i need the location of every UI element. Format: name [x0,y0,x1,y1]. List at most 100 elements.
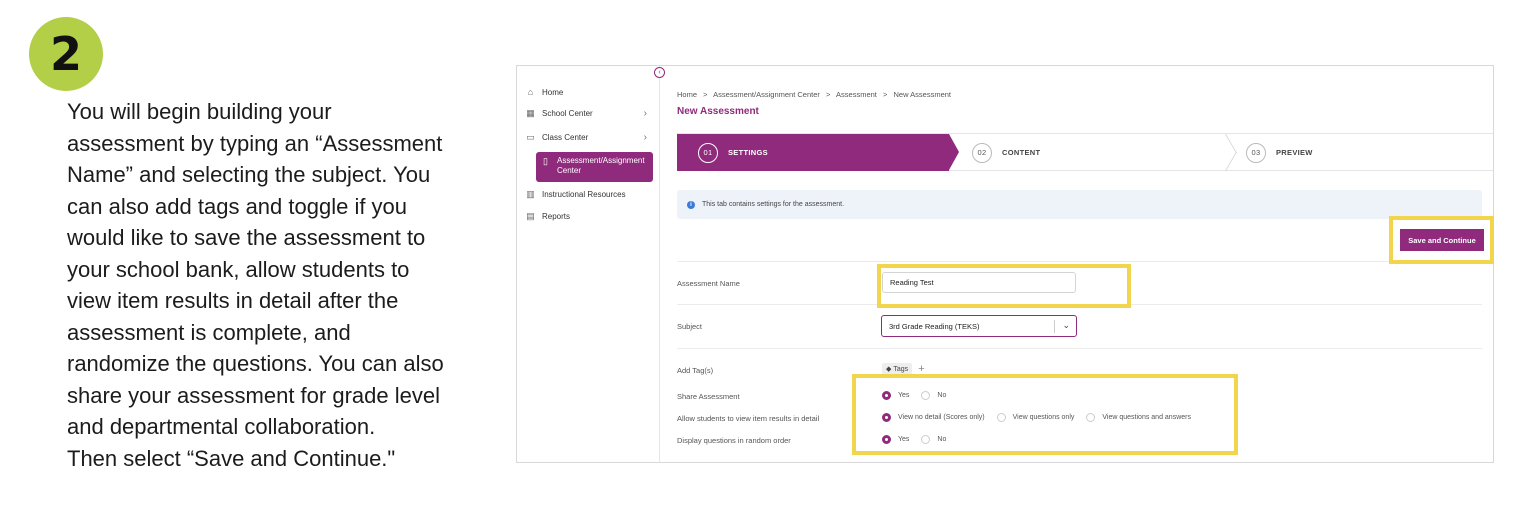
instruction-line: view item results in detail after the [67,288,399,313]
breadcrumb-link-home[interactable]: Home [677,90,697,99]
class-icon: ▭ [526,131,535,142]
share-yes-option[interactable]: Yes [882,391,909,400]
radio-selected[interactable] [882,435,891,444]
step-number: 02 [972,142,992,163]
sidebar-item-school-center[interactable]: ▦ School Center › [525,103,653,123]
home-icon: ⌂ [527,87,534,97]
sidebar-item-label: Home [542,87,564,97]
select-divider [1054,320,1055,333]
radio-selected[interactable] [882,413,891,422]
divider [677,304,1482,305]
sidebar-item-assessment-center[interactable]: ▯ Assessment/Assignment Center [536,152,653,182]
share-no-option[interactable]: No [921,391,946,400]
step-label: CONTENT [1002,148,1041,157]
random-yes-option[interactable]: Yes [882,435,909,444]
step-label: PREVIEW [1276,148,1313,157]
radio-unselected[interactable] [921,391,931,400]
instruction-line: can also add tags and toggle if you [67,193,408,219]
assessment-name-label: Assessment Name [677,279,740,288]
view-questions-and-answers-option[interactable]: View questions and answers [1086,413,1191,422]
save-and-continue-button[interactable]: Save and Continue [1400,229,1484,251]
subject-select[interactable]: 3rd Grade Reading (TEKS) ⌄ [881,315,1077,337]
instructions-text: You will begin building your assessment … [67,96,507,474]
info-text: This tab contains settings for the asses… [702,201,845,208]
breadcrumb-separator: > [825,90,831,99]
step-number: 03 [1246,142,1266,163]
view-no-detail-option[interactable]: View no detail (Scores only) [882,413,985,422]
divider [677,261,1482,262]
sidebar-item-home[interactable]: ⌂ Home [525,82,653,102]
tab-content[interactable]: 02 CONTENT [972,134,1040,171]
random-no-option[interactable]: No [921,435,946,444]
view-questions-only-option[interactable]: View questions only [996,413,1075,422]
radio-label: Yes [898,392,910,399]
divider [677,348,1482,349]
wizard-stepper: 01 SETTINGS 02 CONTENT 03 PREVIEW [677,133,1493,171]
sidebar-item-label: Reports [542,211,571,221]
instruction-line: share your assessment for grade level [67,382,440,408]
school-icon: ▦ [526,107,535,118]
step-label: SETTINGS [728,148,768,157]
breadcrumb-link-assessment-center[interactable]: Assessment/Assignment Center [713,90,820,99]
view-results-label: Allow students to view item results in d… [677,414,820,423]
open-book-icon: ▥ [526,188,535,199]
random-order-label: Display questions in random order [677,436,791,445]
subject-label: Subject [677,322,703,331]
assessment-name-input[interactable]: Reading Test [882,272,1076,293]
sidebar-item-label: Class Center [542,132,589,142]
tab-settings[interactable]: 01 SETTINGS [677,134,949,171]
radio-label: View questions only [1012,414,1075,421]
app-screenshot: ‹ ⌂ Home ▦ School Center › ▭ Class Cente… [516,65,1494,463]
breadcrumb-separator: > [883,90,888,99]
instruction-line: You will begin building your [67,99,332,124]
step-number-badge: 2 [29,17,103,91]
instruction-line: randomize the questions. You can also [67,351,444,376]
breadcrumb-current: New Assessment [893,90,952,99]
report-icon: ▤ [526,210,535,221]
share-assessment-radio-group: Yes No [882,391,958,400]
chevron-right-icon: › [643,131,647,143]
instruction-line: would like to save the assessment to [67,225,426,250]
sidebar-item-instructional-resources[interactable]: ▥ Instructional Resources [525,184,653,204]
radio-label: View no detail (Scores only) [898,414,985,421]
step-arrow [949,134,959,170]
radio-label: No [937,392,947,399]
tab-preview[interactable]: 03 PREVIEW [1246,134,1313,171]
radio-selected[interactable] [882,391,891,400]
main-content: Home > Assessment/Assignment Center > As… [660,66,1493,462]
view-results-radio-group: View no detail (Scores only) View questi… [882,413,1203,422]
radio-label: View questions and answers [1102,414,1191,421]
instruction-line: Then select “Save and Continue." [67,445,396,471]
tag-icon: ◆ [886,366,892,373]
subject-select-value: 3rd Grade Reading (TEKS) [889,321,980,331]
radio-unselected[interactable] [996,413,1006,422]
sidebar-item-label: Assessment/Assignment Center [557,156,645,175]
sidebar: ‹ ⌂ Home ▦ School Center › ▭ Class Cente… [517,66,665,462]
sidebar-item-label: School Center [542,108,593,118]
radio-unselected[interactable] [1086,413,1096,422]
chevron-right-icon: › [643,107,647,119]
tags-button-label: Tags [893,365,909,373]
instruction-line: assessment is complete, and [67,319,351,345]
breadcrumb-link-assessment[interactable]: Assessment [836,90,877,99]
breadcrumb-separator: > [703,90,708,99]
tags-chip[interactable]: ◆ Tags [882,363,913,375]
random-order-radio-group: Yes No [882,435,958,444]
sidebar-item-reports[interactable]: ▤ Reports [525,206,653,226]
plus-icon[interactable]: + [918,363,924,375]
tags-label: Add Tag(s) [677,366,714,375]
chevron-down-icon: ⌄ [1062,320,1070,330]
radio-label: No [937,436,947,443]
info-banner: i This tab contains settings for the ass… [677,190,1482,219]
instruction-line: assessment by typing an “Assessment [67,130,443,156]
instruction-line: Name” and selecting the subject. You [67,162,431,187]
radio-label: Yes [898,436,910,443]
page-title: New Assessment [677,106,759,117]
radio-unselected[interactable] [921,435,931,444]
sidebar-item-class-center[interactable]: ▭ Class Center › [525,127,653,147]
book-icon: ▯ [543,156,548,166]
instruction-line: and departmental collaboration. [67,414,376,439]
add-tags-button[interactable]: ◆ Tags + [882,362,925,376]
share-assessment-label: Share Assessment [677,392,740,401]
instruction-line: your school bank, allow students to [67,256,410,282]
